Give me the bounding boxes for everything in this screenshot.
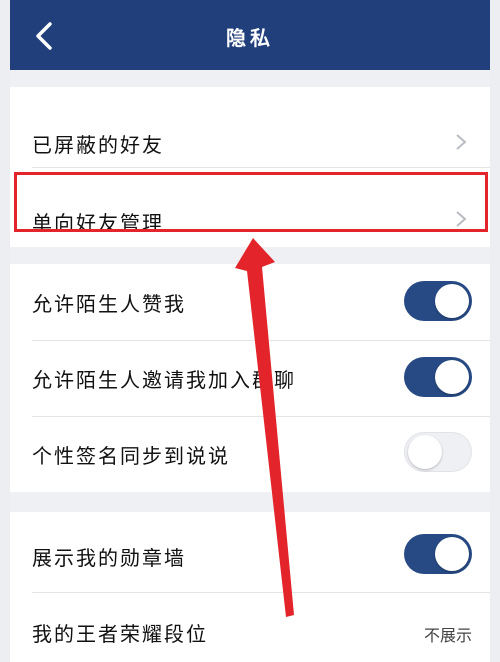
annotation-arrow-icon [235, 238, 294, 617]
